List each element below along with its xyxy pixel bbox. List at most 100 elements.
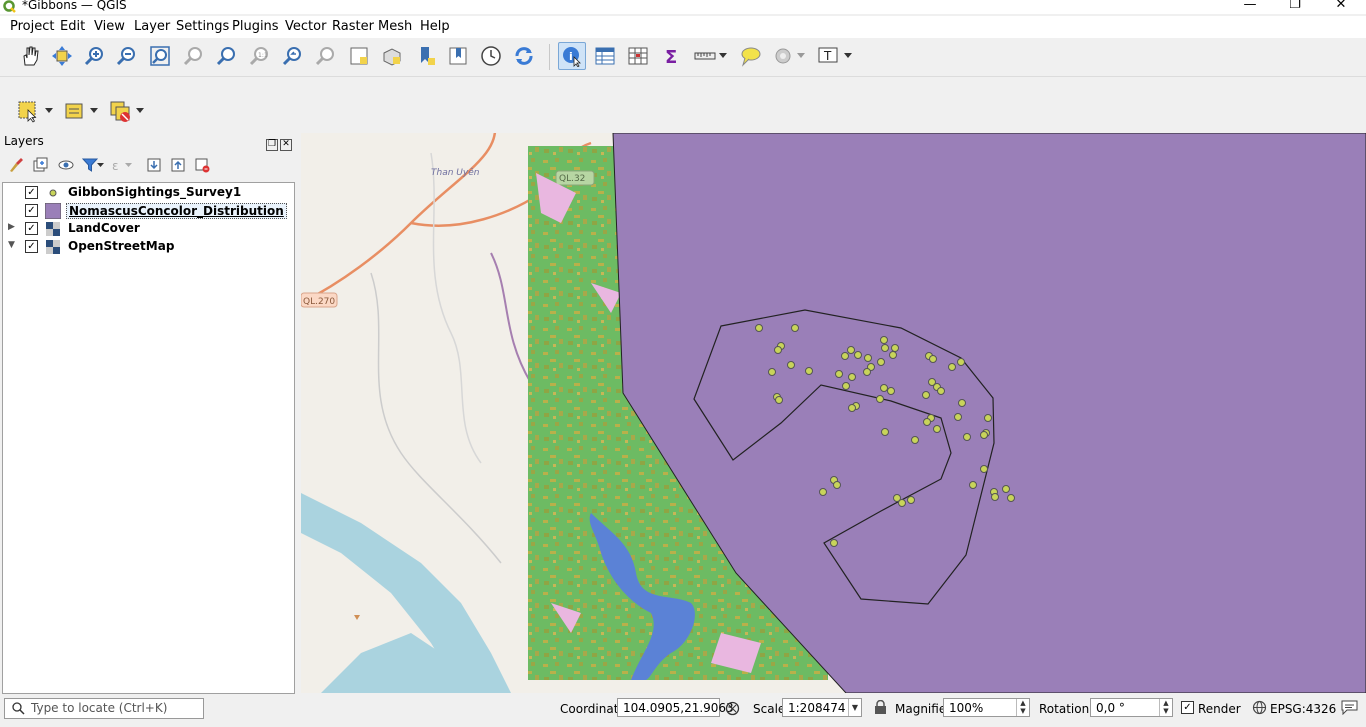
text-annotation-dropdown-chevron-icon[interactable] [841,42,855,70]
map-canvas[interactable]: Than Uyên QL.270 QL.32 [301,133,1366,693]
layer-visibility-checkbox[interactable]: ✓ [25,204,38,217]
map-tips-icon[interactable] [736,42,764,70]
scale-label: Scale [753,702,786,716]
zoom-out-icon[interactable] [112,42,140,70]
layer-row-openstreetmap[interactable]: ▼ ✓ OpenStreetMap [3,238,292,256]
zoom-next-icon[interactable] [311,42,339,70]
layer-row-landcover[interactable]: ▶ ✓ LandCover [3,220,292,238]
magnifier-stepper-icon[interactable]: ▲ ▼ [1016,699,1029,716]
layer-visibility-checkbox[interactable]: ✓ [25,222,38,235]
menu-help[interactable]: Help [420,19,450,34]
rotation-spinbox[interactable]: 0,0 ° ▲ ▼ [1090,698,1173,717]
new-3d-map-view-icon[interactable] [378,42,406,70]
collapse-chevron-icon[interactable]: ▼ [8,240,15,250]
locator-search-input[interactable]: Type to locate (Ctrl+K) [4,698,204,719]
coordinate-value: 104.0905,21.9063 [623,701,734,715]
svg-text:1:1: 1:1 [258,52,268,59]
select-by-value-icon[interactable] [60,97,88,125]
zoom-full-icon[interactable] [146,42,174,70]
menu-mesh[interactable]: Mesh [378,19,412,34]
collapse-all-icon[interactable] [168,155,188,175]
remove-layer-icon[interactable] [192,155,212,175]
scale-combobox[interactable]: 1:208474 ▼ [782,698,862,717]
minimize-button[interactable]: — [1230,0,1270,13]
field-calculator-icon[interactable]: Σ [658,42,686,70]
show-bookmarks-icon[interactable] [444,42,472,70]
text-annotation-icon[interactable]: T [814,42,842,70]
annotation-dropdown-chevron-icon[interactable] [794,42,808,70]
crs-globe-icon[interactable] [1252,700,1267,715]
close-panel-icon[interactable]: ✕ [280,139,292,151]
scale-dropdown-chevron-icon[interactable]: ▼ [848,699,861,716]
expand-chevron-icon[interactable]: ▶ [8,222,15,232]
layer-visibility-checkbox[interactable]: ✓ [25,186,38,199]
menu-vector[interactable]: Vector [285,19,326,34]
select-features-icon[interactable] [14,97,42,125]
messages-icon[interactable] [1341,700,1358,715]
search-icon [12,702,25,715]
menu-layer[interactable]: Layer [134,19,170,34]
zoom-last-icon[interactable] [278,42,306,70]
toggle-extents-icon[interactable] [725,701,740,716]
expression-dropdown-chevron-icon[interactable] [124,155,132,175]
open-attribute-table-icon[interactable] [591,42,619,70]
rotation-stepper-icon[interactable]: ▲ ▼ [1159,699,1172,716]
measure-line-icon[interactable] [691,42,719,70]
toolbar-dock-area [0,76,1366,94]
road-shield-label: QL.32 [559,174,585,184]
svg-text:i: i [569,50,573,63]
layer-styling-icon[interactable] [6,155,26,175]
new-bookmark-icon[interactable] [412,42,440,70]
zoom-to-selection-icon[interactable] [179,42,207,70]
manage-visibility-icon[interactable] [56,155,76,175]
window-title: *Gibbons — QGIS [22,0,127,12]
maximize-button[interactable]: ❐ [1275,0,1315,13]
measure-dropdown-chevron-icon[interactable] [716,42,730,70]
layer-row-gibbonsightings[interactable]: ✓ GibbonSightings_Survey1 [3,184,292,202]
layer-row-nomascusconcolor[interactable]: ✓ NomascusConcolor_Distribution [3,202,292,220]
magnifier-spinbox[interactable]: 100% ▲ ▼ [943,698,1030,717]
lock-scale-icon[interactable] [874,700,887,715]
point-layer-icon [49,189,57,197]
select-dropdown-chevron-icon[interactable] [42,97,56,125]
menu-edit[interactable]: Edit [60,19,85,34]
render-checkbox[interactable]: ✓ [1181,701,1194,714]
float-panel-icon[interactable]: ❐ [266,139,278,151]
expand-all-icon[interactable] [144,155,164,175]
deselect-dropdown-chevron-icon[interactable] [133,97,147,125]
layer-name: LandCover [68,221,140,235]
new-map-view-icon[interactable] [345,42,373,70]
zoom-to-layer-icon[interactable] [212,42,240,70]
menu-raster[interactable]: Raster [332,19,374,34]
map-render: Than Uyên QL.270 QL.32 [301,133,1366,693]
close-button[interactable]: ✕ [1321,0,1361,13]
zoom-native-icon[interactable]: 1:1 [245,42,273,70]
layer-visibility-checkbox[interactable]: ✓ [25,240,38,253]
magnifier-value: 100% [949,701,984,715]
crs-button[interactable]: EPSG:4326 [1270,702,1336,716]
town-label: Than Uyên [431,167,480,178]
menu-project[interactable]: Project [10,19,54,34]
raster-layer-icon [46,222,60,236]
add-group-icon[interactable] [30,155,50,175]
filter-dropdown-chevron-icon[interactable] [96,155,104,175]
pan-icon[interactable] [16,42,44,70]
zoom-in-icon[interactable] [80,42,108,70]
status-bar: Type to locate (Ctrl+K) Coordinate 104.0… [0,695,1366,727]
pan-to-selection-icon[interactable] [48,42,76,70]
select-by-value-dropdown-chevron-icon[interactable] [87,97,101,125]
panel-controls: ❐ ✕ [264,135,292,151]
statistical-summary-icon[interactable] [624,42,652,70]
coordinate-field[interactable]: 104.0905,21.9063 [617,698,734,717]
layers-panel-title: Layers [4,134,44,148]
menu-settings[interactable]: Settings [176,19,229,34]
menu-view[interactable]: View [94,19,125,34]
deselect-features-icon[interactable] [106,97,134,125]
render-label: Render [1198,702,1241,716]
refresh-icon[interactable] [510,42,538,70]
identify-features-icon[interactable]: i [558,42,586,70]
menu-plugins[interactable]: Plugins [232,19,279,34]
rotation-label: Rotation [1039,702,1090,716]
temporal-controller-icon[interactable] [477,42,505,70]
annotation-tool-icon[interactable] [769,42,797,70]
